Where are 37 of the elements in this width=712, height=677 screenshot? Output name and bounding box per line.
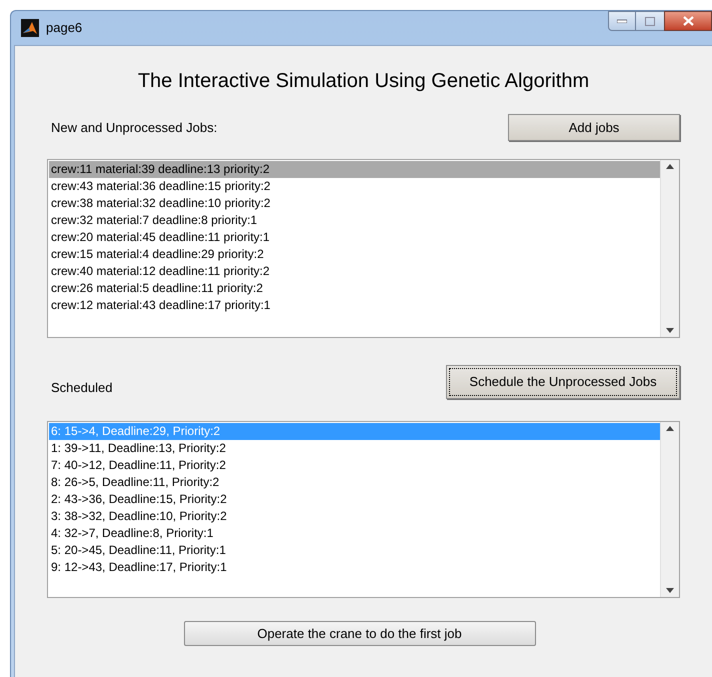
minimize-button[interactable]: [608, 11, 636, 31]
section-label: New and Unprocessed Jobs:: [51, 118, 218, 137]
operate-crane-button[interactable]: Operate the crane to do the first job: [184, 621, 536, 646]
list-item[interactable]: crew:20 material:45 deadline:11 priority:1: [49, 229, 660, 246]
list-item[interactable]: 1: 39->11, Deadline:13, Priority:2: [49, 440, 660, 457]
push-button[interactable]: Add jobs: [508, 114, 680, 141]
push-button[interactable]: Schedule the Unprocessed Jobs: [446, 365, 680, 399]
scroll-bar[interactable]: [660, 422, 679, 597]
list-item[interactable]: 4: 32->7, Deadline:8, Priority:1: [49, 525, 660, 542]
section-label: Scheduled: [51, 378, 112, 396]
list-item[interactable]: 2: 43->36, Deadline:15, Priority:2: [49, 491, 660, 508]
close-icon: [682, 16, 694, 26]
list-item[interactable]: crew:11 material:39 deadline:13 priority:2: [49, 161, 660, 178]
maximize-icon: [645, 16, 655, 26]
list-item[interactable]: 3: 38->32, Deadline:10, Priority:2: [49, 508, 660, 525]
minimize-icon: [617, 19, 627, 23]
list-item[interactable]: 7: 40->12, Deadline:11, Priority:2: [49, 457, 660, 474]
window-title: page6: [46, 19, 82, 38]
list-item[interactable]: 8: 26->5, Deadline:11, Priority:2: [49, 474, 660, 491]
scroll-down-icon: [666, 328, 674, 333]
list-item[interactable]: crew:43 material:36 deadline:15 priority:2: [49, 178, 660, 195]
list-item[interactable]: crew:40 material:12 deadline:11 priority:2: [49, 263, 660, 280]
list-item[interactable]: crew:32 material:7 deadline:8 priority:1: [49, 212, 660, 229]
list-item[interactable]: crew:12 material:43 deadline:17 priority:1: [49, 297, 660, 314]
list-item[interactable]: crew:38 material:32 deadline:10 priority:2: [49, 195, 660, 212]
maximize-button[interactable]: [636, 11, 664, 31]
app-icon: [21, 19, 39, 37]
list-item[interactable]: crew:15 material:4 deadline:29 priority:2: [49, 246, 660, 263]
scroll-up-icon: [666, 164, 674, 169]
list-item[interactable]: 5: 20->45, Deadline:11, Priority:1: [49, 542, 660, 559]
scroll-down-icon: [666, 588, 674, 593]
close-button[interactable]: [664, 11, 712, 31]
list-item[interactable]: 9: 12->43, Deadline:17, Priority:1: [49, 559, 660, 576]
list-item[interactable]: crew:26 material:5 deadline:11 priority:2: [49, 280, 660, 297]
scroll-bar[interactable]: [660, 160, 679, 337]
page-heading: The Interactive Simulation Using Genetic Algorithm: [136, 69, 590, 94]
scroll-up-icon: [666, 426, 674, 431]
